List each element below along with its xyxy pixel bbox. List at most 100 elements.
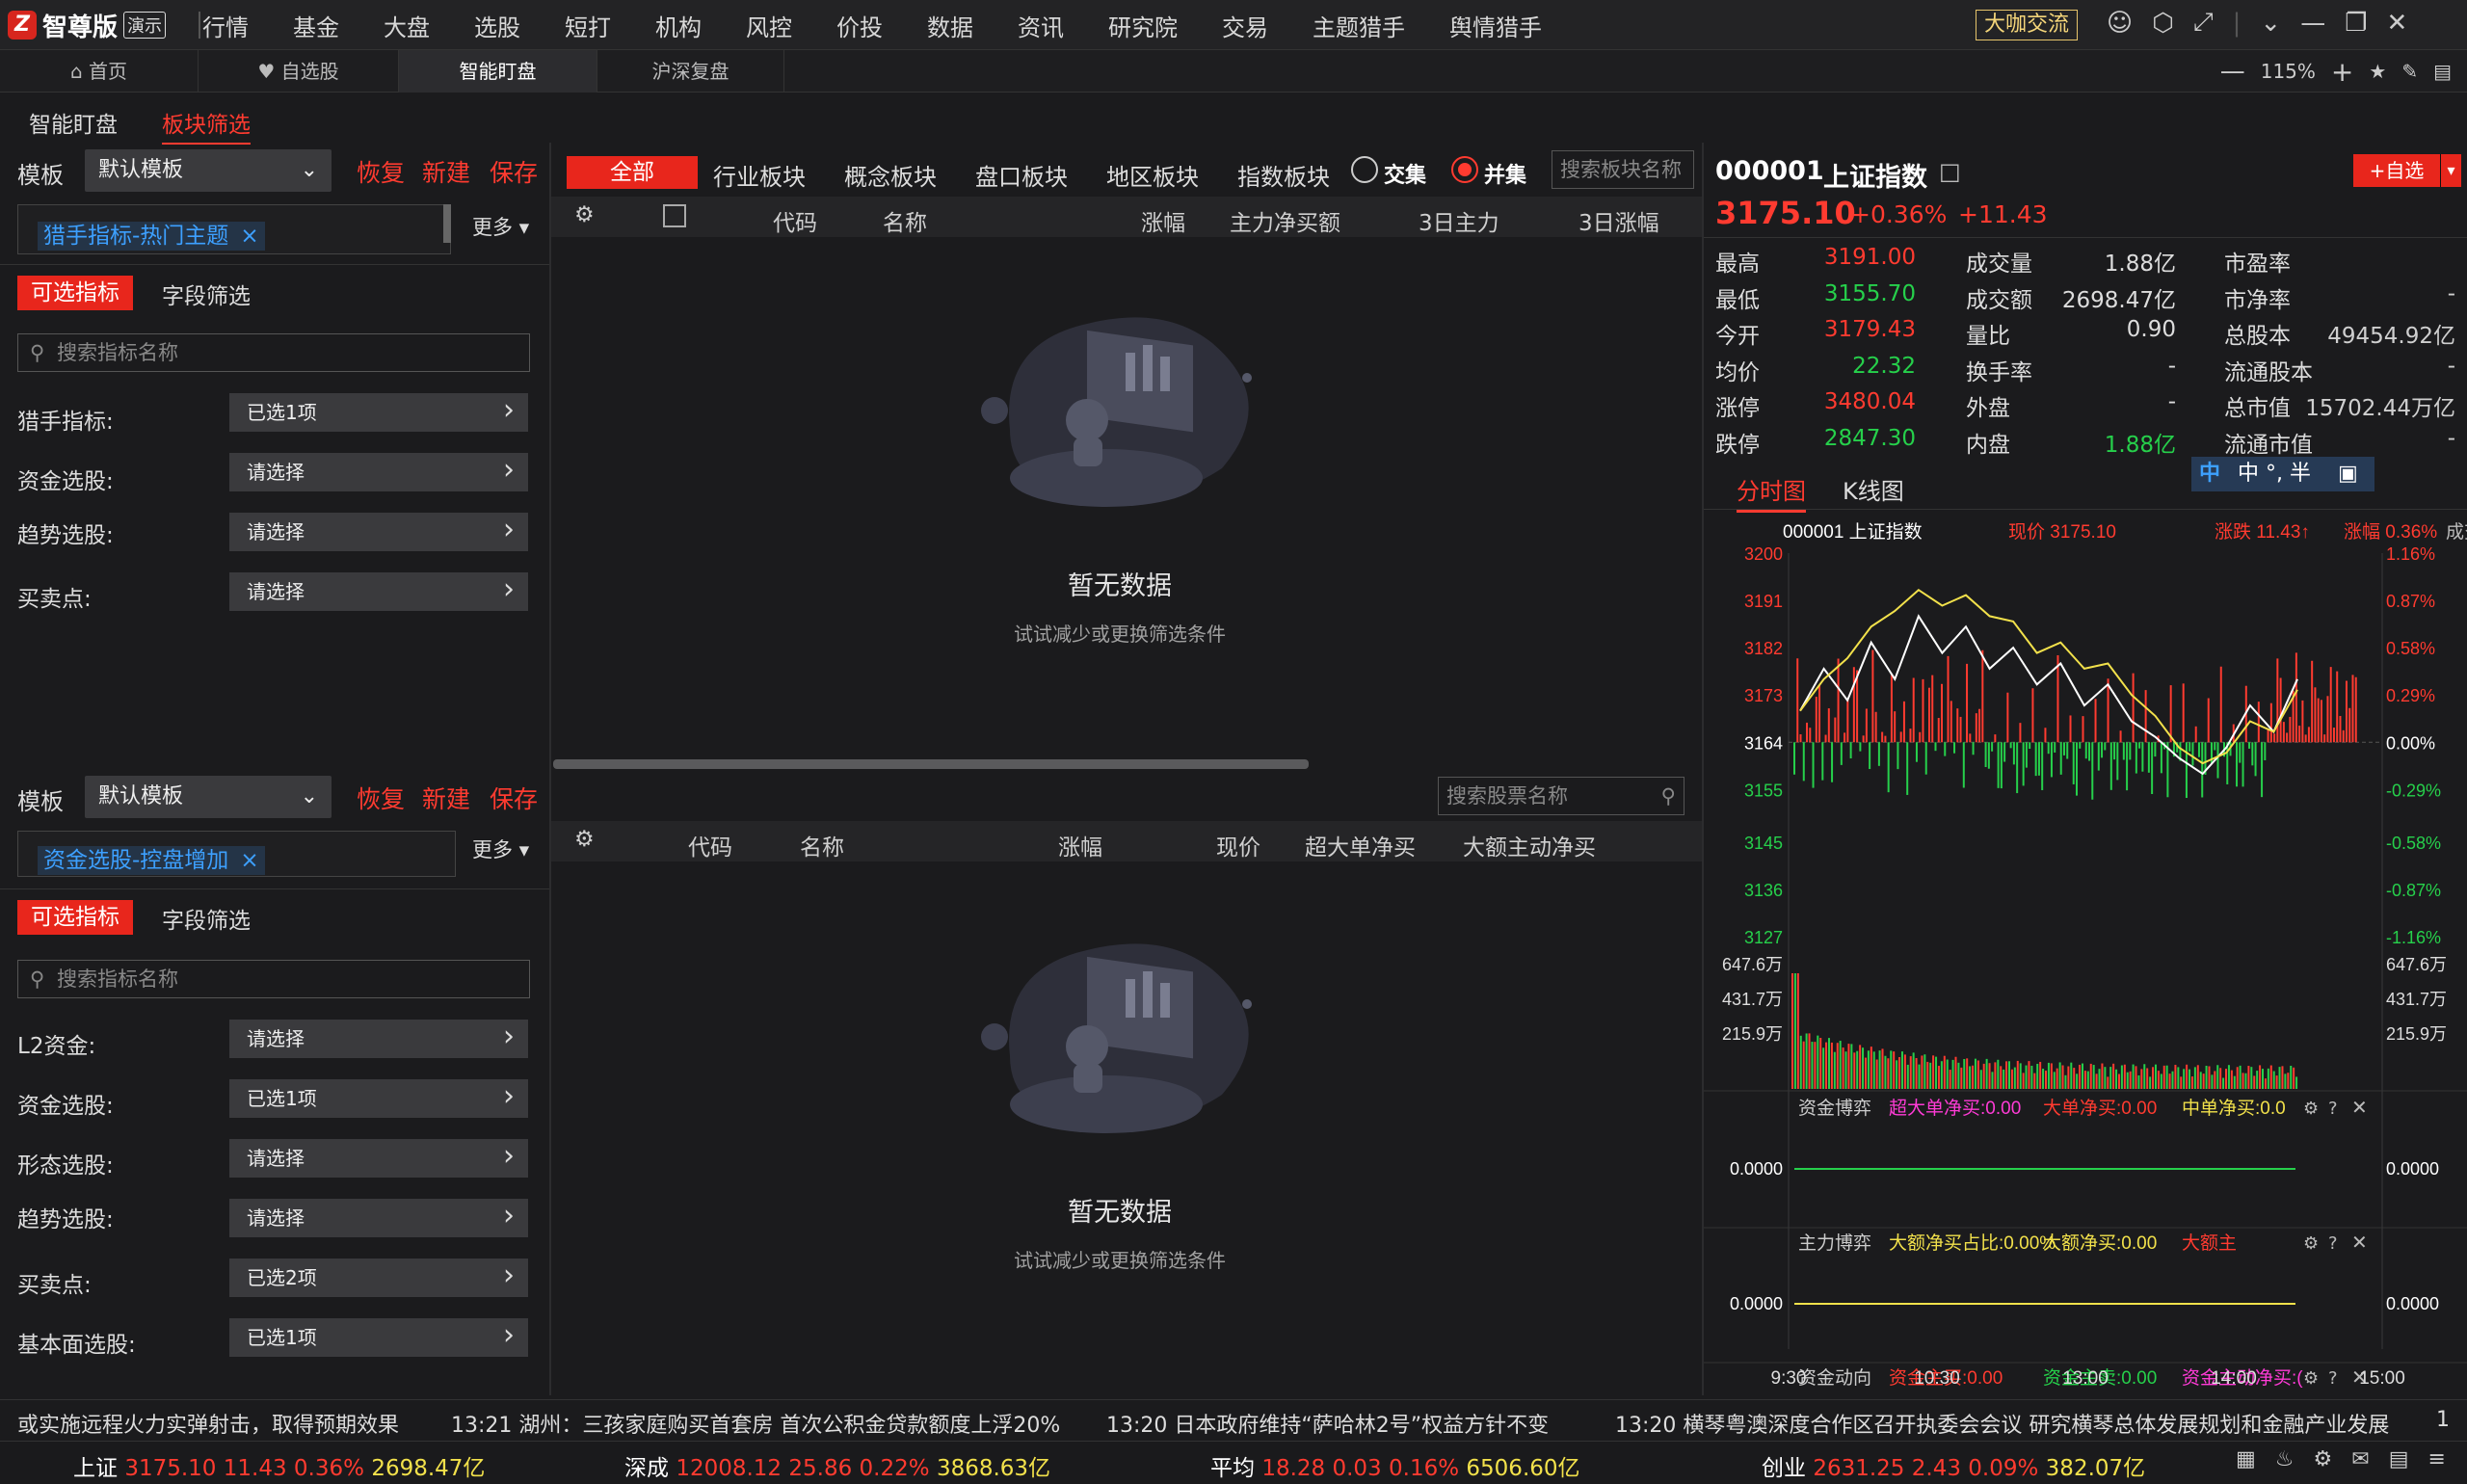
indicator-search-input[interactable]: ⚲ 搜索指标名称	[17, 960, 530, 998]
col-code[interactable]: 代码	[773, 204, 817, 237]
add-watchlist-button[interactable]: +自选	[2353, 154, 2440, 187]
settings-icon[interactable]: ⚙	[574, 827, 595, 852]
remove-icon[interactable]: ×	[234, 846, 265, 875]
nav-item[interactable]: 研究院	[1108, 9, 1178, 42]
col-3d-main[interactable]: 3日主力	[1419, 204, 1499, 237]
sector-search-input[interactable]: 搜索板块名称	[1552, 150, 1694, 189]
calendar-icon[interactable]: ▦	[2236, 1447, 2256, 1471]
restore-button[interactable]: 恢复	[357, 154, 405, 189]
pen-icon[interactable]: ✎	[2401, 60, 2418, 83]
message-icon[interactable]: ✉	[2351, 1447, 2369, 1471]
news-item[interactable]: 或实施远程火力实弹射击，取得预期效果	[17, 1408, 399, 1439]
nav-item[interactable]: 机构	[655, 9, 702, 42]
index-gem[interactable]: 创业 2631.25 2.43 0.09% 382.07亿	[1762, 1449, 2145, 1482]
nav-item[interactable]: 短打	[565, 9, 611, 42]
index-sh[interactable]: 上证 3175.10 11.43 0.36% 2698.47亿	[73, 1449, 485, 1482]
lock-icon[interactable]: □	[1939, 158, 1961, 185]
col-name[interactable]: 名称	[883, 204, 927, 237]
picker-button[interactable]: 请选择	[229, 1197, 528, 1237]
menu-icon[interactable]: ≡	[2428, 1447, 2446, 1471]
picker-button[interactable]: 请选择	[229, 451, 528, 491]
radio-union[interactable]	[1451, 156, 1478, 183]
close-icon[interactable]: ✕	[2387, 9, 2408, 38]
index-sz[interactable]: 深成 12008.12 25.86 0.22% 3868.63亿	[624, 1449, 1050, 1482]
picker-button[interactable]: 请选择	[229, 511, 528, 551]
template-select[interactable]: 默认模板 ⌄	[85, 776, 332, 818]
app-logo[interactable]: Z 智尊版 演示	[8, 8, 179, 42]
minimize-icon[interactable]: —	[2300, 9, 2325, 38]
col-name[interactable]: 名称	[800, 829, 844, 861]
picker-button[interactable]: 已选2项	[229, 1257, 528, 1297]
tab-review[interactable]: 沪深复盘	[597, 50, 784, 93]
horizontal-scrollbar[interactable]	[553, 759, 1309, 769]
user-icon[interactable]: ☺	[2107, 9, 2133, 38]
picker-button[interactable]: 请选择	[229, 1137, 528, 1178]
zoom-in-icon[interactable]: +	[2331, 56, 2353, 88]
chart-icon[interactable]: ▤	[2389, 1447, 2409, 1471]
picker-button[interactable]: 已选1项	[229, 1077, 528, 1118]
category-handicap[interactable]: 盘口板块	[975, 158, 1068, 192]
save-button[interactable]: 保存	[490, 154, 538, 189]
chevron-down-icon[interactable]: ⌄	[2260, 9, 2281, 38]
tab-optional-indicators[interactable]: 可选指标	[17, 276, 133, 310]
zoom-out-icon[interactable]: —	[2220, 57, 2245, 86]
nav-item[interactable]: 交易	[1222, 9, 1268, 42]
collapse-icon[interactable]: ⤢	[2193, 8, 2214, 38]
bell-icon[interactable]: ♨	[2275, 1447, 2295, 1471]
tab-watchlist[interactable]: ♥ 自选股	[199, 50, 399, 93]
tab-field-filter[interactable]: 字段筛选	[162, 278, 251, 310]
subtab-sector-filter[interactable]: 板块筛选	[162, 106, 251, 146]
category-all[interactable]: 全部	[567, 156, 698, 189]
nav-item[interactable]: 基金	[293, 9, 339, 42]
intraday-chart[interactable]: 000001 上证指数 现价 3175.10 涨跌 11.43↑ 涨幅 0.36% 成交…	[1704, 511, 2467, 1397]
settings-icon[interactable]: ⬡	[2152, 9, 2174, 38]
nav-item[interactable]: 数据	[927, 9, 973, 42]
save-button[interactable]: 保存	[490, 781, 538, 815]
nav-item[interactable]: 价投	[836, 9, 883, 42]
more-button[interactable]: 更多 ▾	[472, 212, 529, 241]
category-concept[interactable]: 概念板块	[844, 158, 937, 192]
stock-search-input[interactable]: 搜索股票名称 ⚲	[1438, 777, 1684, 815]
category-region[interactable]: 地区板块	[1106, 158, 1199, 192]
tab-home[interactable]: ⌂ 首页	[0, 50, 199, 93]
add-watchlist-dropdown[interactable]: ▾	[2440, 154, 2461, 187]
nav-item[interactable]: 大盘	[384, 9, 430, 42]
col-super-large-net-buy[interactable]: 超大单净买	[1305, 829, 1416, 861]
picker-button[interactable]: 请选择	[229, 1018, 528, 1058]
news-item[interactable]: 13:20 日本政府维持“萨哈林2号”权益方针不变	[1106, 1408, 1549, 1439]
nav-item[interactable]: 资讯	[1018, 9, 1064, 42]
col-code[interactable]: 代码	[688, 829, 732, 861]
ime-indicator[interactable]: 中中 °, 半 ▣	[2191, 457, 2374, 491]
layout-icon[interactable]: ▤	[2433, 60, 2452, 83]
tab-optional-indicators[interactable]: 可选指标	[17, 900, 133, 935]
picker-button[interactable]: 已选1项	[229, 391, 528, 432]
col-3d-change[interactable]: 3日涨幅	[1578, 204, 1659, 237]
tab-smart-monitor[interactable]: 智能盯盘	[399, 50, 597, 93]
restore-icon[interactable]: ❐	[2345, 9, 2367, 38]
remove-icon[interactable]: ×	[234, 222, 265, 251]
nav-item[interactable]: 主题猎手	[1313, 9, 1405, 42]
news-item[interactable]: 13:21 湖州：三孩家庭购买首套房 首次公积金贷款额度上浮20%	[451, 1408, 1060, 1439]
col-main-net-buy[interactable]: 主力净买额	[1230, 204, 1340, 237]
col-price[interactable]: 现价	[1216, 829, 1260, 861]
picker-button[interactable]: 请选择	[229, 570, 528, 611]
news-item[interactable]: 13:20 横琴粤澳深度合作区召开执委会会议 研究横琴总体发展规划和金融产业发展	[1615, 1408, 2389, 1439]
new-button[interactable]: 新建	[422, 154, 470, 189]
scrollbar[interactable]	[443, 204, 451, 243]
tab-kline[interactable]: K线图	[1843, 472, 1904, 506]
tab-field-filter[interactable]: 字段筛选	[162, 902, 251, 935]
selected-indicator-chip[interactable]: 猎手指标-热门主题 ×	[38, 217, 265, 251]
radio-intersection[interactable]	[1351, 156, 1378, 183]
restore-button[interactable]: 恢复	[357, 781, 405, 815]
nav-item[interactable]: 行情	[202, 9, 249, 42]
col-change[interactable]: 涨幅	[1058, 829, 1102, 861]
indicator-search-input[interactable]: ⚲ 搜索指标名称	[17, 333, 530, 372]
nav-item[interactable]: 舆情猎手	[1449, 9, 1542, 42]
selected-indicator-chip[interactable]: 资金选股-控盘增加 ×	[38, 841, 265, 875]
settings-icon[interactable]: ⚙	[2314, 1447, 2333, 1471]
nav-item[interactable]: 选股	[474, 9, 520, 42]
nav-item[interactable]: 风控	[746, 9, 792, 42]
new-button[interactable]: 新建	[422, 781, 470, 815]
subtab-smart-monitor[interactable]: 智能盯盘	[29, 106, 118, 139]
category-index[interactable]: 指数板块	[1237, 158, 1330, 192]
